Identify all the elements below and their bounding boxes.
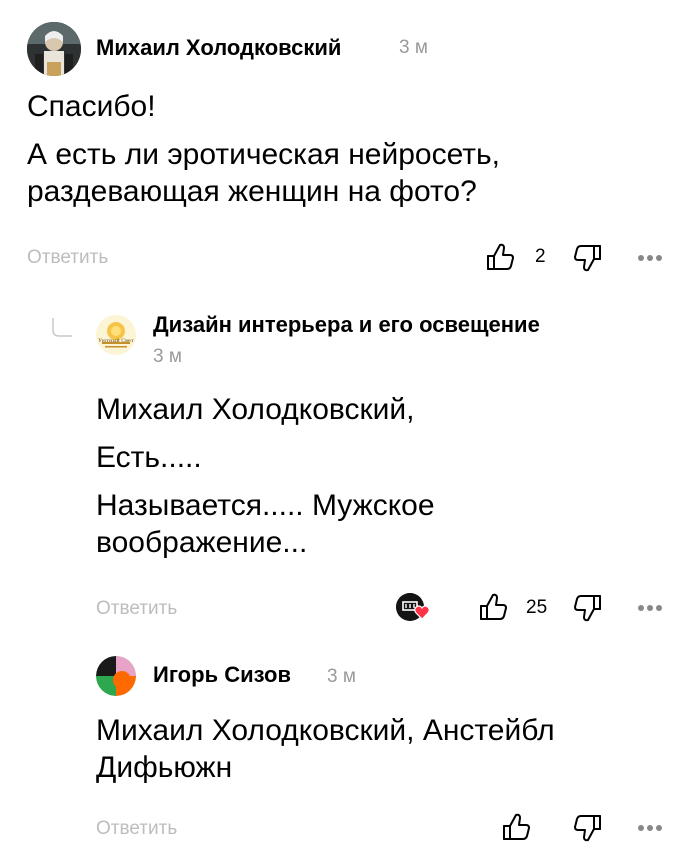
- reply-button[interactable]: Ответить: [27, 247, 108, 269]
- reply-button[interactable]: Ответить: [96, 598, 177, 620]
- thumb-up-icon[interactable]: [485, 242, 515, 272]
- comment-time: 3 м: [399, 37, 428, 58]
- author-liked-heart-icon: [414, 605, 430, 620]
- thumb-down-icon[interactable]: [573, 813, 603, 843]
- avatar-mikhail[interactable]: [27, 22, 81, 76]
- comment-text: Михаил Холодковский, Есть..... Называетс…: [96, 391, 656, 561]
- comment-paragraph: А есть ли эротическая нейросеть, раздева…: [27, 138, 500, 208]
- thumb-down-icon[interactable]: [573, 243, 603, 273]
- comment-text: Михаил Холодковский, Анстейбл Дифьюжн: [96, 712, 676, 786]
- likes-count: 2: [535, 246, 546, 267]
- comment-paragraph: Есть.....: [96, 441, 202, 474]
- reply-button[interactable]: Ответить: [96, 818, 177, 840]
- thumb-down-icon[interactable]: [573, 593, 603, 623]
- avatar-igor[interactable]: [96, 656, 136, 696]
- comment-paragraph: Спасибо!: [27, 90, 156, 123]
- comment-paragraph: Называется..... Мужское воображение...: [96, 489, 435, 559]
- thumb-up-icon[interactable]: [478, 592, 508, 622]
- avatar-design[interactable]: Уютный Свет: [96, 315, 136, 355]
- comment-time: 3 м: [327, 666, 356, 687]
- more-dots-icon[interactable]: [637, 824, 663, 832]
- author-name[interactable]: Михаил Холодковский: [96, 35, 341, 61]
- more-dots-icon[interactable]: [637, 254, 663, 262]
- avatar-caption: Уютный Свет: [98, 338, 134, 344]
- likes-count: 25: [526, 597, 548, 618]
- comment-text: Спасибо! А есть ли эротическая нейросеть…: [27, 88, 627, 210]
- comment-time: 3 м: [153, 346, 182, 367]
- more-dots-icon[interactable]: [637, 604, 663, 612]
- comment-paragraph: Михаил Холодковский,: [96, 393, 415, 426]
- comment-paragraph: Михаил Холодковский, Анстейбл Дифьюжн: [96, 714, 555, 784]
- author-name[interactable]: Игорь Сизов: [153, 662, 291, 688]
- thumb-up-icon[interactable]: [501, 812, 531, 842]
- reply-thread-icon: [50, 316, 74, 340]
- author-name[interactable]: Дизайн интерьера и его освещение: [153, 312, 540, 338]
